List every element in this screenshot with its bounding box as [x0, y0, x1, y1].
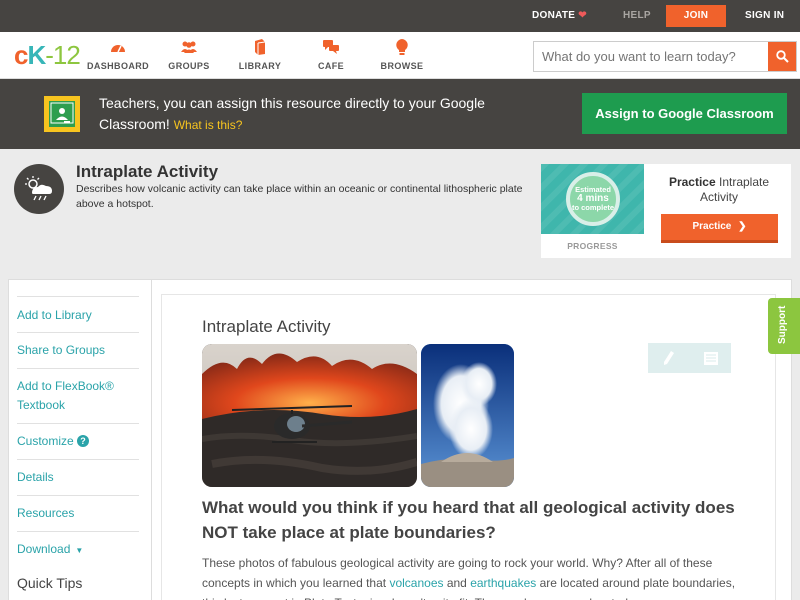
browse-icon	[362, 39, 442, 55]
concept-title: Intraplate Activity	[76, 162, 219, 181]
geyser-photo	[421, 344, 514, 487]
add-to-library-link[interactable]: Add to Library	[17, 296, 139, 333]
resources-link[interactable]: Resources	[17, 496, 139, 532]
lesson-tools	[648, 343, 731, 373]
heart-icon: ❤	[578, 10, 587, 21]
details-link[interactable]: Details	[17, 460, 139, 496]
google-classroom-message: Teachers, you can assign this resource d…	[99, 95, 485, 132]
volcanoes-link[interactable]: volcanoes	[389, 576, 443, 590]
chevron-right-icon: ❯	[738, 221, 747, 232]
nav-groups[interactable]: GROUPS	[149, 39, 229, 71]
help-link[interactable]: HELP	[623, 0, 651, 32]
notes-icon	[703, 351, 718, 365]
customize-link[interactable]: Customize ?	[17, 424, 139, 460]
search-button[interactable]	[768, 42, 796, 71]
practice-button[interactable]: Practice ❯	[661, 214, 778, 243]
donate-link[interactable]: DONATE ❤	[532, 0, 587, 32]
practice-card: Estimated 4 mins to complete PROGRESS Pr…	[541, 164, 791, 258]
practice-image: Estimated 4 mins to complete	[541, 164, 644, 234]
search-icon	[775, 50, 789, 63]
practice-title: Practice Intraplate Activity	[668, 175, 770, 204]
lesson-content: Intraplate Activity What would you think…	[161, 294, 776, 600]
assign-google-classroom-button[interactable]: Assign to Google Classroom	[582, 93, 787, 134]
join-button[interactable]: JOIN	[666, 5, 726, 27]
sidebar: Add to Library Share to Groups Add to Fl…	[9, 280, 152, 600]
what-is-this-link[interactable]: What is this?	[174, 118, 243, 132]
cafe-icon	[291, 39, 371, 55]
annotate-button[interactable]	[648, 343, 689, 373]
library-icon	[220, 39, 300, 55]
help-icon[interactable]: ?	[77, 435, 90, 447]
search-input[interactable]	[534, 42, 769, 71]
lesson-title: Intraplate Activity	[202, 317, 331, 336]
lesson-paragraph: These photos of fabulous geological acti…	[202, 556, 736, 600]
progress-label: PROGRESS	[567, 241, 618, 251]
pencil-icon	[663, 351, 674, 365]
google-classroom-banner: Teachers, you can assign this resource d…	[0, 79, 800, 149]
nav-browse[interactable]: BROWSE	[362, 39, 442, 71]
share-to-groups-link[interactable]: Share to Groups	[17, 333, 139, 369]
main-panel: Add to Library Share to Groups Add to Fl…	[8, 279, 792, 600]
dashboard-icon	[78, 39, 158, 55]
sign-in-link[interactable]: SIGN IN	[745, 0, 784, 32]
lesson-question: What would you think if you heard that a…	[202, 498, 735, 542]
estimated-time-badge: Estimated 4 mins to complete	[566, 172, 620, 226]
search-box	[533, 41, 797, 72]
helicopter-lava-photo	[202, 344, 417, 487]
nav-library[interactable]: LIBRARY	[220, 39, 300, 71]
weather-icon	[14, 164, 64, 214]
nav-dashboard[interactable]: DASHBOARD	[78, 39, 158, 71]
top-bar: DONATE ❤ HELP JOIN SIGN IN	[0, 0, 800, 32]
concept-header: Intraplate Activity Describes how volcan…	[0, 149, 800, 279]
main-nav: cK-12 DASHBOARD GROUPS LIBRARY CAFE BROW…	[0, 32, 800, 79]
nav-cafe[interactable]: CAFE	[291, 39, 371, 71]
concept-description: Describes how volcanic activity can take…	[76, 183, 523, 210]
notes-button[interactable]	[690, 343, 731, 373]
add-to-flexbook-link[interactable]: Add to FlexBook® Textbook	[17, 369, 139, 424]
ck12-logo[interactable]: cK-12	[14, 41, 81, 69]
caret-down-icon: ▼	[75, 546, 84, 555]
google-classroom-icon	[44, 96, 80, 132]
groups-icon	[149, 39, 229, 55]
quick-tips-heading: Quick Tips	[17, 575, 83, 591]
earthquakes-link[interactable]: earthquakes	[470, 576, 536, 590]
download-link[interactable]: Download ▼	[17, 532, 139, 568]
support-tab[interactable]: Support	[768, 298, 800, 354]
